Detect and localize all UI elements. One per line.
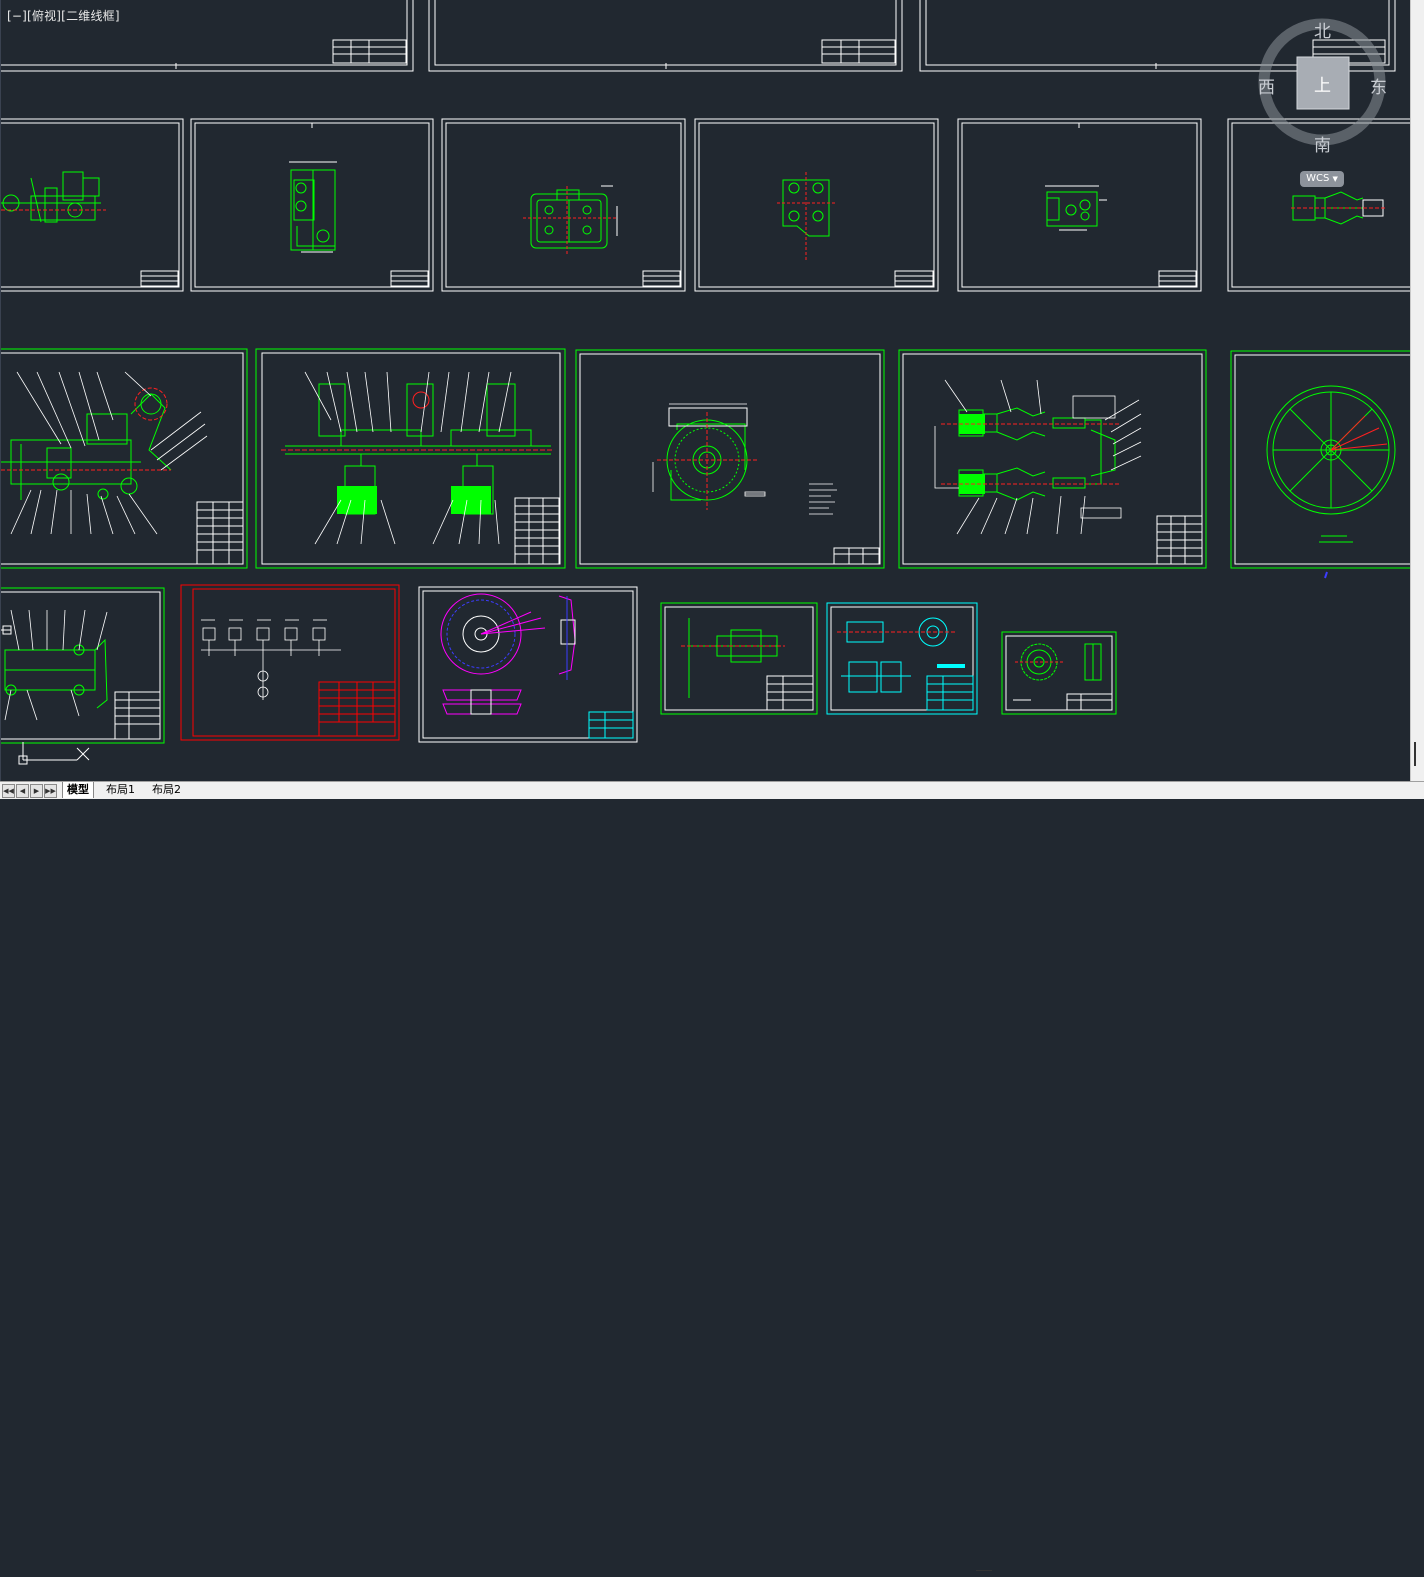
layout-tab-bar: ◀◀ ◀ ▶ ▶▶ 模型 布局1 布局2 [0,781,1424,1571]
parts-list-table [114,691,161,740]
wcs-label: WCS [1306,173,1330,184]
drawing-canvas[interactable] [1,0,1411,781]
viewcube-east[interactable]: 东 [1370,73,1387,98]
tab-layout-2[interactable]: 布局2 [148,782,185,798]
drawing-sheet [957,118,1202,292]
first-tab-icon[interactable]: ◀◀ [2,784,15,798]
title-block [926,675,974,711]
drawing-sheet [660,602,818,715]
viewcube-north[interactable]: 北 [1314,17,1331,42]
drawing-sheet [826,602,978,715]
drawing-sheet [1,587,165,744]
viewport-controls-label[interactable]: [−][俯视][二维线框] [7,7,120,24]
drawing-sheet [1001,631,1117,715]
next-tab-icon[interactable]: ▶ [30,784,43,798]
vertical-scroll-thumb[interactable] [1414,742,1416,766]
title-block [1066,693,1113,711]
drawing-sheet [1,348,248,569]
assembly-drawing [1,393,172,500]
leader-lines [10,371,208,535]
vertical-scrollbar[interactable] [1410,0,1424,781]
viewcube-west[interactable]: 西 [1258,73,1275,98]
drawing-sheet [255,348,566,569]
model-space-viewport[interactable]: [−][俯视][二维线框] 北 南 东 西 上 WCS ▼ [0,0,1411,781]
assembly-drawing [4,638,108,709]
tab-model[interactable]: 模型 [62,782,94,798]
wcs-menu-button[interactable]: WCS ▼ [1300,171,1344,187]
leader-lines [304,371,512,545]
title-block [894,270,934,287]
ucs-axis-icon [18,742,90,765]
technical-notes [809,483,837,515]
parts-list-table [196,501,244,565]
hydraulic-schematic [201,619,341,700]
assembly-drawing [285,383,551,515]
drawing-sheet [1230,350,1411,579]
part-drawing [1046,191,1098,227]
title-block [140,270,179,287]
part-drawing [1,171,101,223]
part-drawing [530,189,608,249]
title-block [318,681,396,737]
horizontal-scrollbar[interactable] [930,1565,1400,1577]
drawing-sheet [1,118,184,292]
prev-tab-icon[interactable]: ◀ [16,784,29,798]
parts-list-table [1156,515,1203,565]
part-drawing [290,169,336,251]
title-block [642,270,681,287]
title-block [821,39,896,64]
horizontal-scroll-thumb[interactable] [976,1570,992,1571]
viewcube[interactable]: 北 南 东 西 上 WCS ▼ [1256,15,1387,195]
viewcube-south[interactable]: 南 [1314,131,1331,156]
drawing-sheet [694,118,939,292]
viewcube-top-face[interactable]: 上 [1314,71,1331,96]
drawing-sheet [898,349,1207,569]
part-drawing [841,617,948,693]
drawing-sheet [418,586,638,743]
tab-layout-1[interactable]: 布局1 [102,782,139,798]
last-tab-icon[interactable]: ▶▶ [44,784,57,798]
title-block [833,547,880,565]
drawing-sheet [428,0,903,72]
parts-list-table [514,497,560,565]
chevron-down-icon: ▼ [1332,175,1338,183]
title-block [766,675,814,711]
title-block [390,270,429,287]
drawing-sheet [180,584,400,741]
title-block [332,39,407,64]
drawing-sheet [575,349,885,569]
title-block [588,711,634,739]
pulley-drawing [440,593,576,715]
title-block [1158,270,1197,287]
drawing-sheet [190,118,434,292]
drawing-sheet [441,118,686,292]
